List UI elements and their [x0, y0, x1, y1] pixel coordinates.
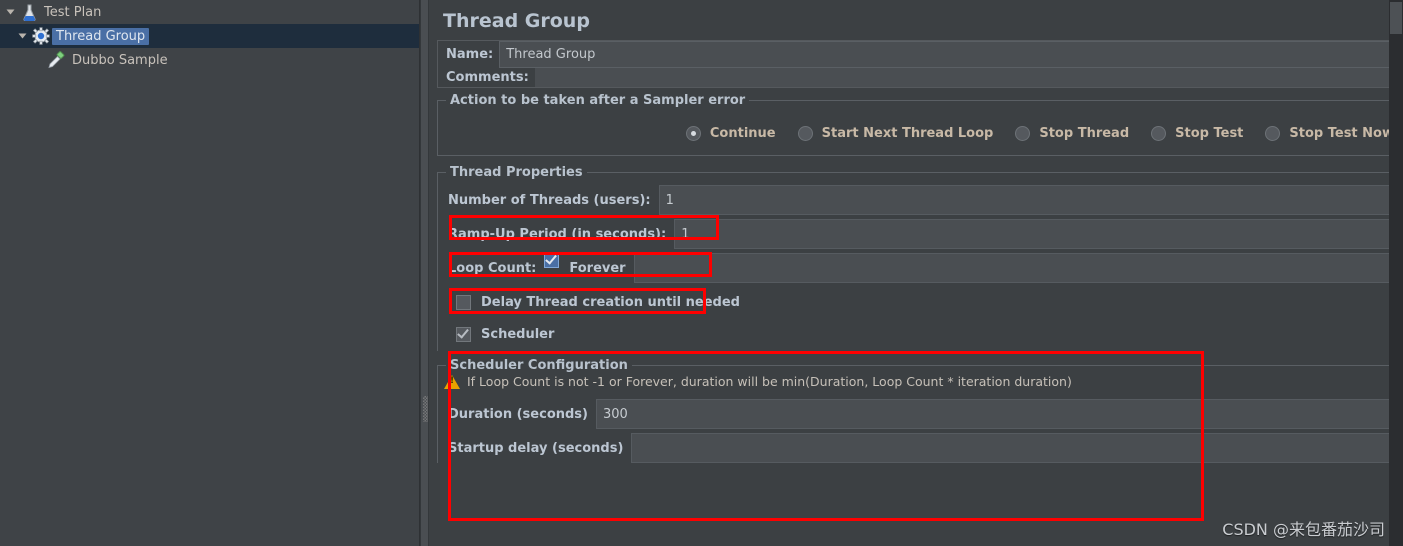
startup-delay-input[interactable] [631, 433, 1395, 463]
startup-delay-row: Startup delay (seconds) [438, 433, 1395, 463]
ramp-up-period-input[interactable]: 1 [674, 219, 1394, 249]
dubbo-sampler-icon [46, 50, 68, 70]
radio-label: Stop Test Now [1289, 125, 1394, 141]
tree-item-label: Dubbo Sample [72, 52, 168, 68]
scheduler-label: Scheduler [481, 326, 555, 342]
scheduler-configuration-group: Scheduler Configuration If Loop Count is… [437, 358, 1395, 463]
delay-thread-creation-row[interactable]: Delay Thread creation until needed [438, 287, 1394, 317]
loop-count-label: Loop Count: [448, 260, 537, 276]
tree-item-thread-group[interactable]: Thread Group [0, 24, 419, 48]
thread-group-config-panel: Thread Group Name: Thread Group Comments… [429, 0, 1403, 546]
radio-button-icon[interactable] [797, 125, 813, 141]
radio-label: Start Next Thread Loop [821, 125, 994, 141]
name-input[interactable]: Thread Group [499, 41, 1396, 68]
ramp-up-period-label: Ramp-Up Period (in seconds): [448, 226, 667, 242]
ramp-up-period-row: Ramp-Up Period (in seconds): 1 [438, 219, 1394, 249]
radio-label: Continue [709, 125, 776, 141]
radio-button-icon[interactable] [1015, 125, 1031, 141]
radio-label: Stop Thread [1039, 125, 1130, 141]
radio-continue[interactable]: Continue [685, 125, 776, 141]
splitter-grip-icon[interactable] [423, 396, 428, 422]
thread-properties-group: Thread Properties Number of Threads (use… [437, 165, 1395, 351]
comments-input[interactable] [534, 68, 1396, 87]
delay-thread-creation-checkbox[interactable] [456, 294, 471, 310]
sampler-error-group-title: Action to be taken after a Sampler error [446, 93, 750, 108]
forever-checkbox[interactable] [544, 252, 560, 268]
tree-item-test-plan[interactable]: Test Plan [0, 0, 419, 24]
delay-thread-creation-label: Delay Thread creation until needed [481, 294, 740, 310]
scheduler-warning: If Loop Count is not -1 or Forever, dura… [438, 372, 1395, 393]
tree-item-dubbo-sample[interactable]: Dubbo Sample [0, 48, 419, 72]
loop-count-row: Loop Count: Forever [438, 252, 1394, 283]
scheduler-warning-text: If Loop Count is not -1 or Forever, dura… [467, 374, 1072, 389]
jmeter-window: Test Plan Thread Group Dubbo Sample Thre… [0, 0, 1403, 546]
sampler-error-group: Action to be taken after a Sampler error… [437, 93, 1395, 156]
tree-item-label: Test Plan [44, 4, 102, 20]
number-of-threads-label: Number of Threads (users): [448, 192, 651, 208]
page-title: Thread Group [443, 10, 590, 32]
scheduler-configuration-group-title: Scheduler Configuration [446, 358, 632, 373]
expand-arrow-icon[interactable] [14, 32, 30, 40]
radio-label: Stop Test [1175, 125, 1244, 141]
vertical-scrollbar[interactable] [1389, 0, 1403, 546]
panel-splitter[interactable] [420, 0, 429, 546]
radio-stop-test[interactable]: Stop Test [1151, 125, 1244, 141]
watermark: CSDN @来包番茄沙司 [1222, 520, 1385, 539]
number-of-threads-row: Number of Threads (users): 1 [438, 185, 1394, 215]
warning-triangle-icon [444, 374, 460, 389]
sampler-error-radio-group[interactable]: Continue Start Next Thread Loop Stop Thr… [438, 111, 1394, 155]
radio-button-icon[interactable] [1151, 125, 1167, 141]
thread-properties-group-title: Thread Properties [446, 165, 587, 180]
duration-row: Duration (seconds) 300 [438, 399, 1395, 429]
name-row: Name: Thread Group [437, 40, 1397, 68]
scheduler-row[interactable]: Scheduler [438, 317, 1394, 351]
loop-count-input[interactable] [633, 253, 1394, 283]
name-label: Name: [438, 41, 500, 68]
scrollbar-thumb[interactable] [1390, 2, 1402, 34]
startup-delay-label: Startup delay (seconds) [448, 440, 624, 456]
forever-label: Forever [569, 260, 626, 276]
test-plan-tree[interactable]: Test Plan Thread Group Dubbo Sample [0, 0, 420, 546]
expand-arrow-icon[interactable] [2, 8, 18, 16]
duration-label: Duration (seconds) [448, 406, 588, 422]
radio-button-icon[interactable] [1265, 125, 1281, 141]
number-of-threads-input[interactable]: 1 [658, 185, 1394, 215]
radio-stop-thread[interactable]: Stop Thread [1015, 125, 1130, 141]
tree-item-label: Thread Group [52, 27, 150, 45]
radio-stop-test-now[interactable]: Stop Test Now [1265, 125, 1394, 141]
comments-label: Comments: [438, 68, 535, 87]
duration-input[interactable]: 300 [596, 399, 1395, 429]
scheduler-checkbox[interactable] [456, 325, 471, 342]
thread-group-icon [30, 26, 52, 46]
test-plan-icon [18, 2, 40, 22]
comments-row: Comments: [437, 68, 1397, 88]
radio-start-next-thread-loop[interactable]: Start Next Thread Loop [797, 125, 994, 141]
radio-button-icon[interactable] [685, 125, 701, 141]
